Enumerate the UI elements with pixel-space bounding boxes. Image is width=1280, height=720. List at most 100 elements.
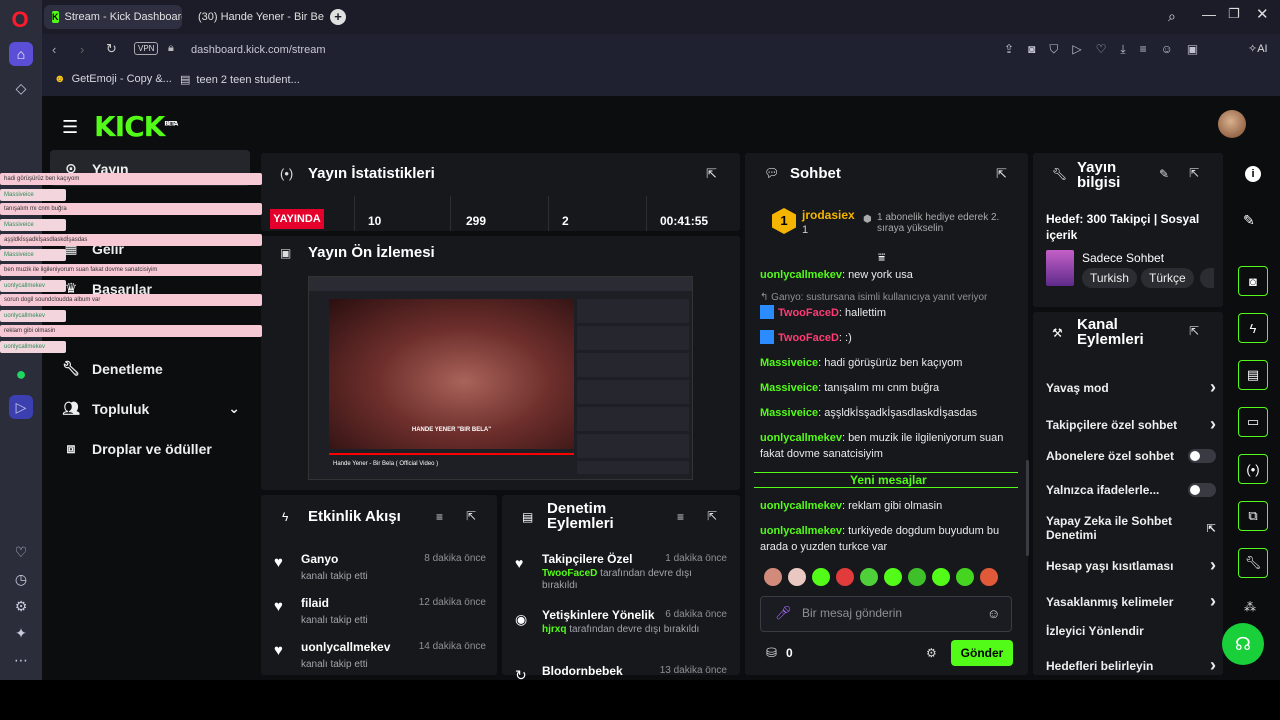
profile-icon[interactable]: ☺ [1161, 42, 1173, 57]
hamburger-menu-icon[interactable]: ☰ [62, 117, 78, 138]
wrench-quick-action[interactable]: 🔧︎ [1238, 548, 1268, 578]
emote-icon[interactable] [956, 568, 974, 586]
camera-icon[interactable]: ◙ [1028, 42, 1035, 57]
channel-action-item[interactable]: İzleyici Yönlendir [1046, 624, 1216, 638]
chat-username[interactable]: TwooFaceD [778, 307, 839, 319]
channel-action-item[interactable]: Abonelere özel sohbet [1046, 449, 1216, 463]
chat-scrollbar[interactable] [1026, 460, 1029, 556]
emote-icon[interactable] [764, 568, 782, 586]
more-icon[interactable]: ⋯ [9, 648, 33, 672]
bookmark-getemoji[interactable]: ☻ GetEmoji - Copy &... [54, 73, 172, 85]
emote-icon[interactable] [860, 568, 878, 586]
restore-icon[interactable]: ❐ [1228, 6, 1240, 22]
opera-logo-icon[interactable]: O [8, 8, 32, 32]
favorite-icon[interactable]: ♡ [1096, 42, 1107, 57]
emote-icon[interactable] [980, 568, 998, 586]
url-field[interactable]: dashboard.kick.com/stream [191, 44, 326, 56]
lightning-quick-action[interactable]: ϟ [1238, 313, 1268, 343]
stream-preview-video[interactable]: HANDE YENER "BIR BELA" Hande Yener - Bir… [308, 276, 693, 480]
popout-icon[interactable]: ⇱ [1189, 324, 1199, 338]
camera-quick-action[interactable]: ◙ [1238, 266, 1268, 296]
filter-icon[interactable]: ≡ [677, 510, 684, 524]
microphone-icon[interactable]: 🎤︎ [775, 605, 792, 621]
aria-ai-button[interactable]: ✧AI [1248, 42, 1268, 55]
popout-icon[interactable]: ⇱ [466, 509, 476, 523]
popout-icon[interactable]: ⇱ [1189, 166, 1199, 180]
chat-username[interactable]: TwooFaceD [778, 332, 839, 344]
chat-username[interactable]: Massiveice [760, 382, 818, 394]
minimize-icon[interactable]: — [1202, 6, 1216, 22]
moderation-action[interactable]: Takipçilere Özel [542, 552, 633, 566]
channel-action-item[interactable]: Hedefleri belirleyin › [1046, 655, 1216, 676]
tab-youtube[interactable]: (30) Hande Yener - Bir Bela [184, 5, 324, 29]
activity-user[interactable]: uonlycallmekev [301, 640, 390, 654]
nav-item-community[interactable]: 👥︎ Topluluk ⌄ [62, 400, 240, 417]
channel-action-item[interactable]: Yalnızca ifadelerle... [1046, 483, 1216, 497]
tag-chip[interactable]: Türkçe [1141, 268, 1194, 288]
chat-quick-action[interactable]: ▭ [1238, 407, 1268, 437]
emote-icon[interactable] [908, 568, 926, 586]
clip-quick-action[interactable]: ⧉ [1238, 501, 1268, 531]
category-name[interactable]: Sadece Sohbet [1082, 251, 1164, 265]
back-icon[interactable]: ‹ [52, 42, 56, 57]
moderation-moderator[interactable]: hjrxq [542, 624, 566, 635]
avatar[interactable] [1218, 110, 1246, 138]
moderation-action[interactable]: Yetişkinlere Yönelik [542, 608, 655, 622]
emote-icon[interactable] [836, 568, 854, 586]
moderation-action[interactable]: Blodornbebek [542, 664, 623, 678]
emote-icon[interactable] [932, 568, 950, 586]
edit-icon[interactable]: ✎ [1243, 212, 1255, 229]
activity-user[interactable]: filaid [301, 596, 329, 610]
new-tab-button[interactable]: + [330, 9, 346, 25]
popout-icon[interactable]: ⇱ [706, 166, 717, 182]
shield-icon[interactable]: ⛉ [1049, 42, 1058, 57]
popout-icon[interactable]: ⇱ [707, 509, 717, 523]
emote-icon[interactable] [884, 568, 902, 586]
notes-quick-action[interactable]: ▤ [1238, 360, 1268, 390]
channel-action-item[interactable]: Yapay Zeka ile Sohbet Denetimi ⇱ [1046, 514, 1216, 542]
chat-username[interactable]: uonlycallmekev [760, 500, 842, 512]
search-tabs-icon[interactable]: ⌕ [1168, 8, 1176, 25]
settings-icon[interactable]: ⚙ [9, 594, 33, 618]
chat-username[interactable]: uonlycallmekev [760, 432, 842, 444]
bookmark-teen[interactable]: ▤ teen 2 teen student... [180, 73, 300, 87]
popout-icon[interactable]: ⇱ [996, 166, 1007, 182]
menu-icon[interactable]: ≡ [1140, 42, 1147, 57]
channel-action-item[interactable]: Yavaş mod › [1046, 377, 1216, 398]
vpn-badge[interactable]: VPN [134, 42, 159, 55]
headset-support-button[interactable]: ☊ [1222, 623, 1264, 665]
toggle-switch[interactable] [1188, 449, 1216, 463]
nav-item-moderation[interactable]: 🔧︎ Denetleme [62, 360, 163, 377]
tag-chip[interactable]: Turkish [1082, 268, 1137, 288]
wallet-icon[interactable]: ▣ [1187, 42, 1198, 57]
pinboard-icon[interactable]: ◇ [9, 76, 33, 100]
edit-pencil-icon[interactable]: ✎ [1159, 167, 1169, 181]
reply-context[interactable]: ↰ Ganyo: sustursana isimli kullanıcıya y… [760, 290, 1025, 306]
play-icon[interactable]: ▷ [1072, 42, 1081, 57]
pinned-user[interactable]: jrodasiex [802, 208, 855, 222]
close-icon[interactable]: ✕ [1256, 5, 1269, 23]
reload-icon[interactable]: ↻ [106, 41, 117, 57]
kick-logo[interactable]: KICKBETA [94, 110, 178, 143]
tab-kick-dashboard[interactable]: K Stream - Kick Dashboard [44, 5, 182, 29]
chat-username[interactable]: uonlycallmekev [760, 525, 842, 537]
chat-settings-icon[interactable]: ⚙ [926, 646, 937, 660]
send-button[interactable]: Gönder [951, 640, 1013, 666]
expand-pinned-icon[interactable]: ⩸ [878, 250, 885, 265]
moderation-moderator[interactable]: TwooFaceD [542, 568, 597, 579]
chat-username[interactable]: uonlycallmekev [760, 269, 842, 281]
history-icon[interactable]: ◷ [9, 567, 33, 591]
activity-user[interactable]: Ganyo [301, 552, 338, 566]
emote-icon[interactable] [788, 568, 806, 586]
emote-icon[interactable] [812, 568, 830, 586]
spotify-icon[interactable]: ● [9, 362, 33, 386]
toggle-switch[interactable] [1188, 483, 1216, 497]
share-icon[interactable]: ⁂ [1244, 600, 1256, 614]
broadcast-quick-action[interactable]: (•) [1238, 454, 1268, 484]
channel-action-item[interactable]: Takipçilere özel sohbet › [1046, 414, 1216, 435]
chat-username[interactable]: Massiveice [760, 357, 818, 369]
channel-action-item[interactable]: Hesap yaşı kısıtlaması › [1046, 555, 1216, 576]
tips-icon[interactable]: ✦ [9, 621, 33, 645]
info-icon[interactable]: i [1245, 166, 1261, 182]
channel-action-item[interactable]: Yasaklanmış kelimeler › [1046, 591, 1216, 612]
